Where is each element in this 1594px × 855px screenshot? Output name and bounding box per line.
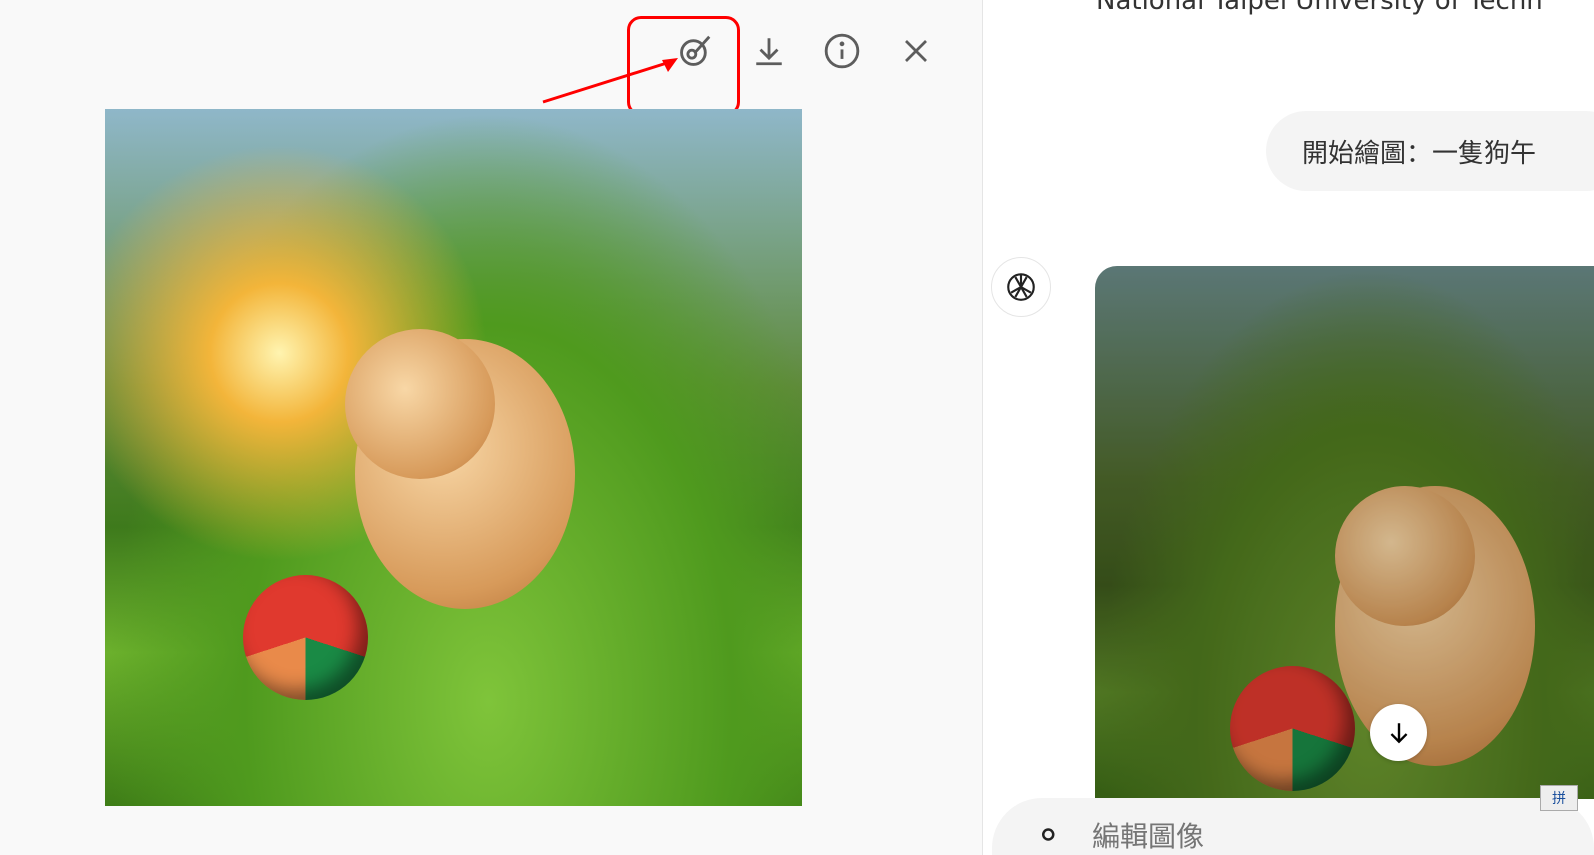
paperclip-icon[interactable] (1032, 822, 1062, 852)
message-input[interactable] (1092, 818, 1492, 855)
ime-label: 拼 (1552, 791, 1566, 807)
user-message-bubble: 開始繪圖：一隻狗午 (1266, 111, 1594, 191)
image-viewer (0, 0, 983, 855)
download-icon (756, 38, 782, 66)
download-button[interactable] (748, 30, 790, 72)
ball (243, 575, 368, 700)
message-composer (992, 798, 1594, 855)
ball (1230, 666, 1355, 791)
close-icon (905, 40, 927, 62)
dog-head (345, 329, 495, 479)
generated-image (105, 109, 802, 806)
arrow-down-icon (1390, 722, 1407, 743)
ime-indicator[interactable]: 拼 (1540, 785, 1578, 811)
chat-panel: National Taipei University of Techn 開始繪圖… (984, 0, 1594, 855)
previous-message-text: National Taipei University of Techn (1096, 0, 1543, 16)
generated-image-thumbnail[interactable] (1095, 266, 1594, 799)
openai-logo-icon (1007, 273, 1035, 301)
close-button[interactable] (895, 30, 937, 72)
info-button[interactable] (821, 30, 863, 72)
dog-head (1335, 486, 1475, 626)
assistant-avatar (991, 257, 1051, 317)
annotation-arrow (542, 58, 678, 104)
scroll-down-button[interactable] (1370, 704, 1427, 761)
info-icon (824, 33, 860, 69)
